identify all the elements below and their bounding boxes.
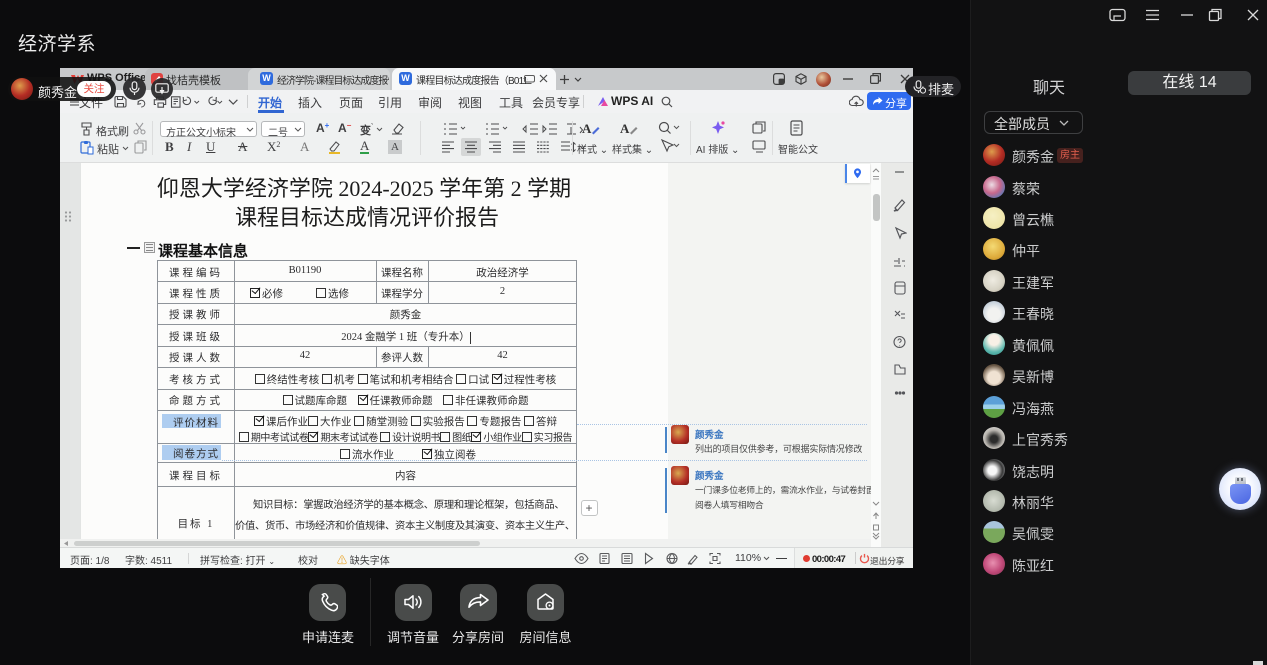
svg-text:A: A xyxy=(582,121,592,136)
svg-text:A: A xyxy=(620,121,630,136)
